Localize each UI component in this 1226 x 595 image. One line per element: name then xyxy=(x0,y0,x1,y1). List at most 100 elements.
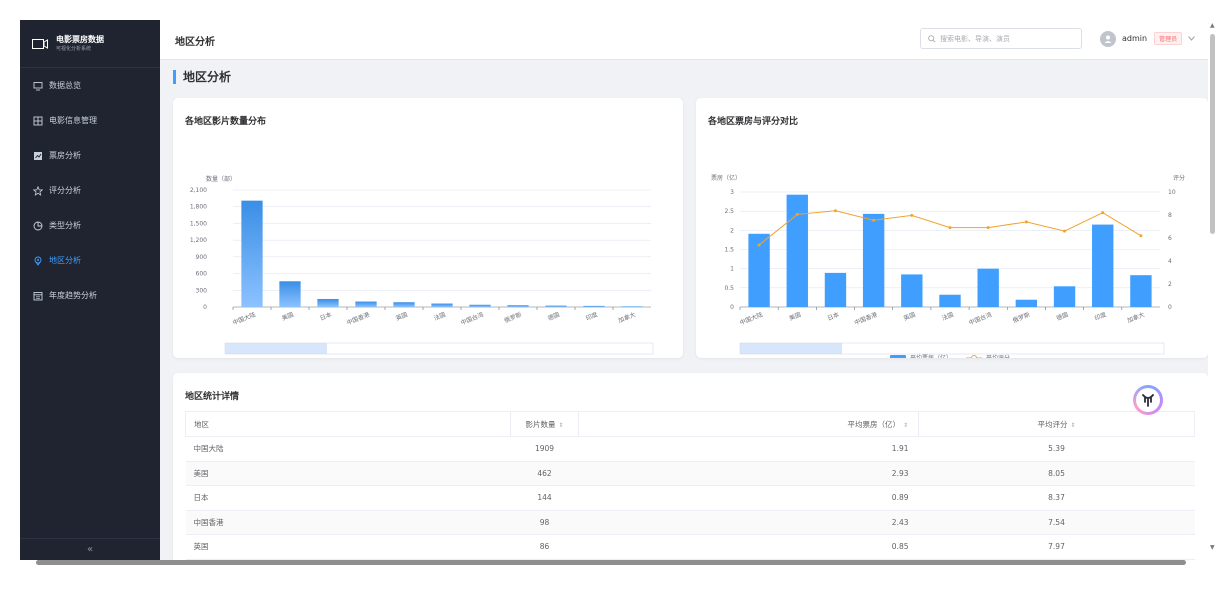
y-tick-label: 0 xyxy=(730,304,734,311)
table-cell: 日本 xyxy=(185,485,511,511)
sidebar-item-2[interactable]: 票房分析 xyxy=(20,138,160,173)
x-tick-label: 印度 xyxy=(585,310,599,322)
chevron-down-icon[interactable] xyxy=(1188,36,1195,41)
sort-icon[interactable]: ⇕ xyxy=(558,422,563,429)
y2-tick-label: 0 xyxy=(1168,304,1172,311)
table-cell: 1.91 xyxy=(578,436,919,462)
sidebar-item-label: 类型分析 xyxy=(49,221,81,230)
boxoffice-rating-card: 各地区票房与评分对比 票房（亿） 评分 0 0.5 1 1.5 2 2.5 3 0 2 4 6 8 10 中国… xyxy=(696,98,1208,358)
sidebar-item-5[interactable]: 地区分析 xyxy=(20,243,160,278)
table-row: 日本 144 0.89 8.37 xyxy=(185,485,1195,511)
column-header-region: 地区 xyxy=(185,411,511,437)
rating-point-6 xyxy=(986,226,990,230)
sidebar-item-6[interactable]: 年度趋势分析 xyxy=(20,278,160,313)
x-tick-label: 中国香港 xyxy=(853,310,878,326)
table-cell: 2.43 xyxy=(578,510,919,535)
scroll-up-arrow-icon[interactable]: ▲ xyxy=(1210,22,1215,29)
table-cell: 462 xyxy=(510,461,579,486)
sidebar-item-label: 数据总览 xyxy=(49,81,81,90)
legend-swatch-rating-dot xyxy=(971,355,977,358)
sidebar-item-label: 年度趋势分析 xyxy=(49,291,97,300)
table-row: 中国香港 98 2.43 7.54 xyxy=(185,510,1195,535)
collapse-sidebar-button[interactable]: « xyxy=(20,538,160,560)
sidebar-item-3[interactable]: 评分分析 xyxy=(20,173,160,208)
x-tick-label: 中国大陆 xyxy=(739,310,764,326)
search-input[interactable]: 搜索电影、导演、演员 xyxy=(920,28,1082,49)
rating-point-7 xyxy=(1024,220,1028,224)
bar-10 xyxy=(621,306,643,307)
app-window: 电影票房数据 可视化分析系统 数据总览 电影信息管理 票房分析 评分分析 类型分析 地区分… xyxy=(20,20,1208,560)
sort-icon[interactable]: ⇕ xyxy=(1070,422,1075,429)
sidebar-item-label: 评分分析 xyxy=(49,186,81,195)
scroll-down-arrow-icon[interactable]: ▼ xyxy=(1210,544,1215,551)
sidebar-item-label: 票房分析 xyxy=(49,151,81,160)
table-cell: 英国 xyxy=(185,534,511,560)
user-icon xyxy=(1104,35,1112,43)
bar-9 xyxy=(583,305,605,307)
horizontal-scrollbar[interactable] xyxy=(28,558,1208,568)
bar-1 xyxy=(279,281,301,307)
sort-icon[interactable]: ⇕ xyxy=(903,422,908,429)
x-tick-label: 俄罗斯 xyxy=(503,310,523,324)
y-tick-label: 1 xyxy=(730,266,734,273)
y-tick-label: 600 xyxy=(196,271,208,278)
rating-point-5 xyxy=(948,226,952,230)
region-stats-table: 地区 影片数量 ⇕ 平均票房（亿） ⇕ 平均评分 ⇕ 中国大陆 1909 1.91 5.39… xyxy=(185,411,1195,560)
vertical-scroll-thumb[interactable] xyxy=(1210,34,1215,234)
header-title: 地区分析 xyxy=(175,37,215,48)
x-tick-label: 印度 xyxy=(1093,310,1107,322)
boxoffice-bar-4 xyxy=(901,274,923,307)
vertical-scrollbar[interactable]: ▲ ▼ xyxy=(1208,20,1218,560)
y-tick-label: 0.5 xyxy=(724,285,734,292)
x-tick-label: 法国 xyxy=(433,310,447,322)
bar-3 xyxy=(355,301,377,307)
y-tick-label: 900 xyxy=(196,254,208,261)
y2-tick-label: 8 xyxy=(1168,212,1172,219)
y-tick-label: 3 xyxy=(730,189,734,196)
film-icon xyxy=(32,38,48,49)
x-tick-label: 中国台湾 xyxy=(968,310,993,326)
calendar-icon xyxy=(33,291,43,300)
column-header-rating[interactable]: 平均评分 ⇕ xyxy=(918,411,1195,437)
assistant-logo-button[interactable] xyxy=(1133,385,1163,415)
avatar[interactable] xyxy=(1100,30,1116,47)
x-tick-label: 德国 xyxy=(547,310,561,322)
x-tick-label: 法国 xyxy=(941,310,955,322)
bar-2 xyxy=(317,298,339,307)
table-row: 英国 86 0.85 7.97 xyxy=(185,534,1195,560)
pie-icon xyxy=(33,221,43,230)
x-tick-label: 美国 xyxy=(788,310,802,322)
username: admin xyxy=(1122,34,1148,43)
sidebar-item-4[interactable]: 类型分析 xyxy=(20,208,160,243)
sidebar-item-0[interactable]: 数据总览 xyxy=(20,68,160,103)
search-icon xyxy=(928,34,936,43)
table-cell: 144 xyxy=(510,485,579,511)
sidebar-item-1[interactable]: 电影信息管理 xyxy=(20,103,160,138)
x-tick-label: 加拿大 xyxy=(617,310,637,324)
column-header-boxoffice[interactable]: 平均票房（亿） ⇕ xyxy=(578,411,919,437)
y-tick-label: 0 xyxy=(203,304,207,311)
card-title: 地区统计详情 xyxy=(185,392,240,402)
rating-point-4 xyxy=(910,213,914,217)
column-header-count[interactable]: 影片数量 ⇕ xyxy=(510,411,579,437)
table-cell: 5.39 xyxy=(918,436,1195,462)
search-placeholder: 搜索电影、导演、演员 xyxy=(940,34,1010,43)
table-row: 美国 462 2.93 8.05 xyxy=(185,461,1195,486)
boxoffice-bar-1 xyxy=(786,194,808,307)
rating-point-0 xyxy=(757,243,761,247)
y-tick-label: 300 xyxy=(196,287,208,294)
top-header: 地区分析 搜索电影、导演、演员 admin 管理员 xyxy=(160,20,1208,60)
monitor-icon xyxy=(33,81,43,90)
y-tick-label: 2.5 xyxy=(724,208,734,215)
x-tick-label: 中国香港 xyxy=(345,310,370,326)
rating-point-8 xyxy=(1063,229,1067,233)
y-tick-label: 1,800 xyxy=(190,204,207,211)
user-menu[interactable]: admin 管理员 xyxy=(1100,28,1195,49)
x-tick-label: 中国大陆 xyxy=(231,310,256,326)
horizontal-scroll-thumb[interactable] xyxy=(36,560,1186,565)
datazoom-window xyxy=(740,343,842,354)
rating-point-2 xyxy=(833,209,837,213)
y-tick-label: 2,100 xyxy=(190,187,207,194)
region-count-card: 各地区影片数量分布 数量（部） 0 300 600 900 1,200 1,500 1,800… xyxy=(173,98,683,358)
boxoffice-rating-chart: 票房（亿） 评分 0 0.5 1 1.5 2 2.5 3 0 2 4 6 8 10 中国大陆 美国 日本 中国香港 英… xyxy=(711,174,1185,358)
